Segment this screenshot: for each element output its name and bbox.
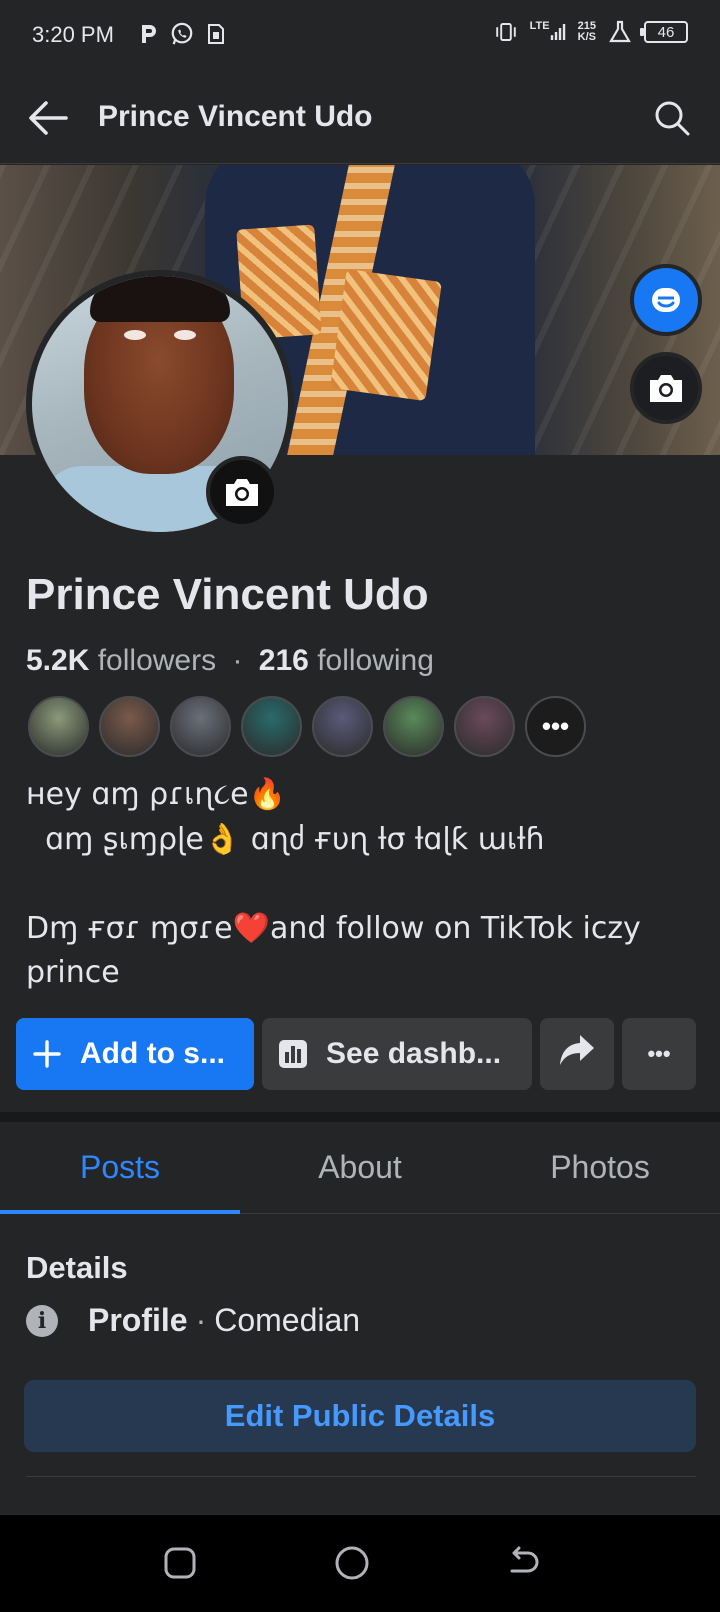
search-icon[interactable] xyxy=(650,96,694,140)
tab-about[interactable]: About xyxy=(240,1122,480,1213)
profile-actions: Add to s... See dashb... ••• xyxy=(16,1018,696,1090)
network-speed: 215 K/S xyxy=(578,21,596,43)
followers-label: followers xyxy=(97,644,217,677)
detail-value: Comedian xyxy=(214,1302,361,1338)
network-type: LTE xyxy=(529,19,550,32)
system-navigation-bar xyxy=(0,1515,720,1612)
status-notification-icons xyxy=(136,22,228,46)
back-arrow-icon[interactable] xyxy=(26,96,70,140)
edit-public-details-button[interactable]: Edit Public Details xyxy=(24,1380,696,1452)
cover-pocket-right xyxy=(330,268,442,402)
back-nav-icon[interactable] xyxy=(504,1543,544,1583)
recent-apps-icon[interactable] xyxy=(160,1543,200,1583)
status-bar: 3:20 PM LTE 215 K/S 46 xyxy=(0,0,720,72)
add-to-story-label: Add to s... xyxy=(80,1037,225,1070)
section-divider xyxy=(0,1112,720,1122)
friend-avatar[interactable] xyxy=(28,696,89,757)
detail-label: Profile xyxy=(88,1302,188,1338)
tab-photos[interactable]: Photos xyxy=(480,1122,720,1213)
more-friends-button[interactable]: ••• xyxy=(525,696,586,757)
whatsapp-icon xyxy=(170,22,194,46)
details-divider xyxy=(26,1476,696,1477)
info-icon: i xyxy=(26,1304,58,1337)
friends-avatars-row[interactable]: ••• xyxy=(28,696,586,757)
add-to-story-button[interactable]: Add to s... xyxy=(16,1018,254,1090)
sim-card-icon xyxy=(204,22,228,46)
flask-icon xyxy=(608,20,632,44)
plus-icon xyxy=(30,1037,64,1071)
status-time: 3:20 PM xyxy=(32,22,114,47)
edit-profile-camera-icon[interactable] xyxy=(206,456,278,528)
profile-bio: ʜey ɑɱ ρɾเɳ૮e🔥 ɑɱ ʂเɱρɭe👌 ɑɳძ ғυɳ ƚσ ƚɑɭ… xyxy=(26,772,696,995)
follow-stats[interactable]: 5.2K followers · 216 following xyxy=(26,644,434,678)
profile-header: Prince Vincent Udo xyxy=(0,72,720,164)
friend-avatar[interactable] xyxy=(454,696,515,757)
profile-tabs: Posts About Photos xyxy=(0,1122,720,1214)
tab-posts[interactable]: Posts xyxy=(0,1122,240,1214)
profile-eye-right xyxy=(174,330,196,340)
dashboard-icon xyxy=(276,1037,310,1071)
friend-avatar[interactable] xyxy=(170,696,231,757)
details-heading: Details xyxy=(26,1250,128,1285)
see-dashboard-label: See dashb... xyxy=(326,1037,502,1070)
p-notification-icon xyxy=(136,22,160,46)
profile-hair-shape xyxy=(90,276,230,322)
header-title: Prince Vincent Udo xyxy=(98,100,373,133)
friend-avatar[interactable] xyxy=(241,696,302,757)
avatar-button[interactable] xyxy=(630,264,702,336)
status-system-icons: LTE 215 K/S 46 xyxy=(494,20,688,44)
bio-line: ɑɱ ʂเɱρɭe👌 ɑɳძ ғυɳ ƚσ ƚɑɭƙ ɯเƚɦ xyxy=(26,822,545,857)
profile-name: Prince Vincent Udo xyxy=(26,570,429,619)
home-icon[interactable] xyxy=(332,1543,372,1583)
detail-separator: · xyxy=(195,1302,207,1338)
share-arrow-icon xyxy=(558,1033,596,1075)
bio-line: ʜey ɑɱ ρɾเɳ૮e🔥 xyxy=(26,777,286,812)
followers-count: 5.2K xyxy=(26,644,90,677)
stats-separator: · xyxy=(232,644,243,677)
battery-indicator: 46 xyxy=(640,21,688,43)
friend-avatar[interactable] xyxy=(99,696,160,757)
following-count: 216 xyxy=(258,644,309,677)
detail-profile-category: i Profile · Comedian xyxy=(26,1302,360,1339)
speed-unit: K/S xyxy=(577,31,596,43)
more-options-button[interactable]: ••• xyxy=(622,1018,696,1090)
following-label: following xyxy=(317,644,434,677)
edit-cover-camera-icon[interactable] xyxy=(630,352,702,424)
friend-avatar[interactable] xyxy=(312,696,373,757)
vibrate-icon xyxy=(494,20,518,44)
see-dashboard-button[interactable]: See dashb... xyxy=(262,1018,532,1090)
bio-line: Dɱ ғσɾ ɱσɾe❤️and follow on TikTok iczy p… xyxy=(26,911,651,990)
profile-eye-left xyxy=(124,330,146,340)
signal-icon: LTE xyxy=(530,20,566,44)
share-button[interactable] xyxy=(540,1018,614,1090)
friend-avatar[interactable] xyxy=(383,696,444,757)
